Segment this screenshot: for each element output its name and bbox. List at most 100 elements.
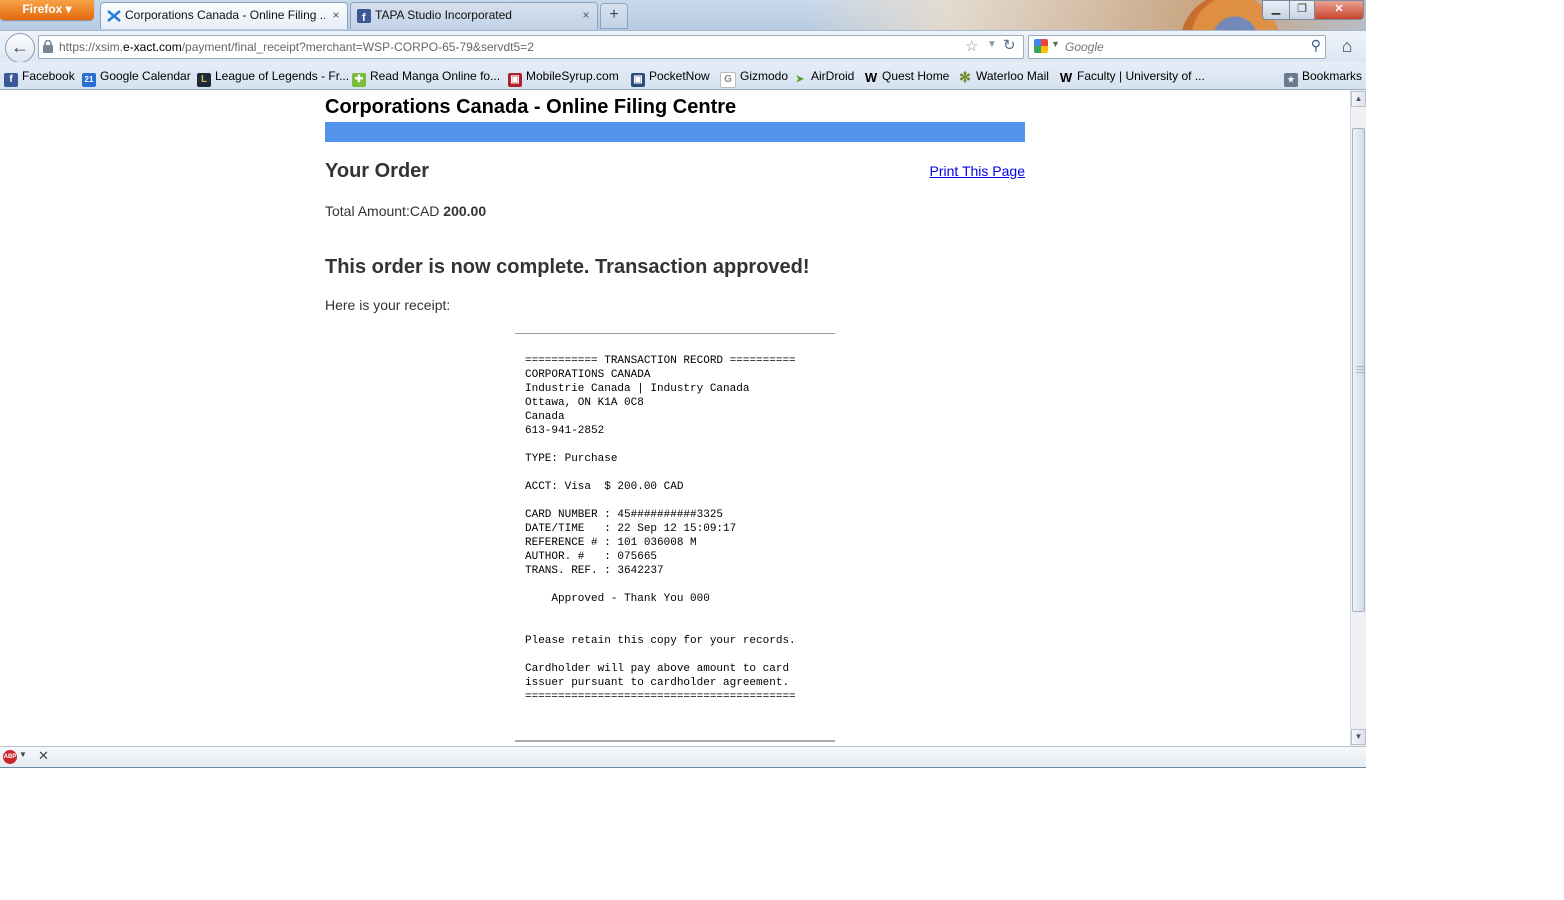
bookmark-faculty-uw[interactable]: W Faculty | University of ... bbox=[1059, 68, 1205, 85]
receipt-intro: Here is your receipt: bbox=[325, 297, 451, 313]
adblock-plus-icon[interactable]: ABP bbox=[3, 750, 17, 764]
bookmark-league-of-legends[interactable]: L League of Legends - Fr... bbox=[197, 68, 349, 87]
receipt-line: 613-941-2852 bbox=[525, 425, 605, 437]
search-placeholder[interactable]: Google bbox=[1065, 36, 1104, 58]
tab-label: TAPA Studio Incorporated bbox=[375, 8, 512, 22]
receipt-divider-top bbox=[515, 333, 835, 334]
receipt-line: ACCT: Visa $ 200.00 CAD bbox=[525, 481, 684, 493]
waterloo-w-icon: W bbox=[1059, 70, 1073, 85]
bookmark-mobilesyrup[interactable]: ▣ MobileSyrup.com bbox=[508, 68, 619, 87]
pocketnow-icon: ▣ bbox=[631, 73, 645, 87]
receipt-line: REFERENCE # : 101 036008 M bbox=[525, 537, 697, 549]
header-bar bbox=[325, 122, 1025, 142]
bookmark-star-icon[interactable]: ☆ bbox=[965, 37, 978, 55]
receipt-line: issuer pursuant to cardholder agreement. bbox=[525, 677, 790, 689]
facebook-favicon: f bbox=[357, 9, 371, 23]
bookmark-google-calendar[interactable]: 21 Google Calendar bbox=[82, 68, 191, 87]
receipt-line: Ottawa, ON K1A 0C8 bbox=[525, 397, 644, 409]
receipt-line bbox=[525, 438, 796, 452]
browser-window: Firefox ▾ Corporations Canada - Online F… bbox=[0, 0, 1366, 768]
order-heading: Your Order bbox=[325, 160, 430, 182]
league-icon: L bbox=[197, 73, 211, 87]
exact-favicon bbox=[107, 10, 121, 22]
lock-icon bbox=[43, 40, 53, 53]
print-page-link[interactable]: Print This Page bbox=[930, 163, 1025, 179]
bookmark-pocketnow[interactable]: ▣ PocketNow bbox=[631, 68, 710, 87]
receipt-line bbox=[525, 648, 796, 662]
bookmarks-menu[interactable]: ★ Bookmarks bbox=[1284, 68, 1362, 87]
bookmark-quest-home[interactable]: W Quest Home bbox=[864, 68, 950, 85]
calendar-icon: 21 bbox=[82, 73, 96, 87]
navigation-bar: ← https://xsim.e-xact.com/payment/final_… bbox=[0, 30, 1366, 63]
tab-tapa-studio[interactable]: f TAPA Studio Incorporated × bbox=[350, 2, 598, 29]
receipt-line: AUTHOR. # : 075665 bbox=[525, 551, 658, 563]
manga-icon: ✚ bbox=[352, 73, 366, 87]
receipt-line: TRANS. REF. : 3642237 bbox=[525, 565, 664, 577]
search-engine-dropdown-icon[interactable]: ▼ bbox=[1051, 39, 1060, 49]
bookmark-read-manga[interactable]: ✚ Read Manga Online fo... bbox=[352, 68, 500, 87]
order-complete-message: This order is now complete. Transaction … bbox=[325, 256, 810, 278]
receipt-line: Cardholder will pay above amount to card bbox=[525, 663, 790, 675]
bookmark-waterloo-mail[interactable]: ✻ Waterloo Mail bbox=[958, 68, 1049, 84]
search-bar[interactable]: ▼ Google ⚲ bbox=[1028, 35, 1326, 59]
back-button[interactable]: ← bbox=[5, 33, 35, 63]
reload-icon[interactable]: ↻ bbox=[1003, 36, 1016, 54]
bookmarks-menu-icon: ★ bbox=[1284, 73, 1298, 87]
tab-label: Corporations Canada - Online Filing ... bbox=[125, 8, 325, 22]
total-amount: Total Amount:CAD 200.00 bbox=[325, 203, 486, 219]
transaction-record: =========== TRANSACTION RECORD =========… bbox=[525, 354, 796, 704]
firefox-menu-button[interactable]: Firefox ▾ bbox=[0, 0, 94, 20]
google-icon[interactable] bbox=[1034, 39, 1048, 53]
history-dropdown-icon[interactable]: ▼ bbox=[987, 39, 997, 50]
receipt-line: TYPE: Purchase bbox=[525, 453, 618, 465]
receipt-line: CARD NUMBER : 45##########3325 bbox=[525, 509, 724, 521]
receipt-line: CORPORATIONS CANADA bbox=[525, 369, 651, 381]
vertical-scrollbar[interactable]: ▲ — — — ▼ bbox=[1350, 90, 1366, 746]
taskbar-edge bbox=[0, 767, 1366, 768]
bookmark-gizmodo[interactable]: G Gizmodo bbox=[720, 68, 788, 88]
tab-close-icon[interactable]: × bbox=[579, 3, 593, 27]
site-title: Corporations Canada - Online Filing Cent… bbox=[325, 96, 737, 118]
close-window-button[interactable]: ✕ bbox=[1314, 0, 1364, 20]
tab-close-icon[interactable]: × bbox=[329, 3, 343, 27]
receipt-line bbox=[525, 620, 796, 634]
search-icon[interactable]: ⚲ bbox=[1311, 37, 1321, 54]
receipt-divider-bottom bbox=[515, 740, 835, 742]
waterloo-w-icon: W bbox=[864, 70, 878, 85]
addon-bar: ABP ▼ ✕ bbox=[0, 746, 1366, 768]
tab-strip: Firefox ▾ Corporations Canada - Online F… bbox=[0, 0, 1366, 94]
url-bar[interactable]: https://xsim.e-xact.com/payment/final_re… bbox=[38, 35, 1024, 59]
receipt-line bbox=[525, 466, 796, 480]
receipt-line bbox=[525, 606, 796, 620]
gizmodo-icon: G bbox=[720, 72, 736, 88]
total-label: Total Amount:CAD bbox=[325, 203, 444, 219]
bookmarks-toolbar: f Facebook 21 Google Calendar L League of L… bbox=[0, 62, 1366, 90]
scroll-down-arrow-icon[interactable]: ▼ bbox=[1351, 729, 1366, 745]
back-arrow-icon: ← bbox=[11, 37, 29, 57]
gear-icon: ✻ bbox=[959, 69, 971, 85]
url-text: https://xsim.e-xact.com/payment/final_re… bbox=[59, 40, 534, 54]
facebook-icon: f bbox=[4, 73, 18, 87]
total-value: 200.00 bbox=[443, 203, 487, 219]
new-tab-button[interactable]: + bbox=[600, 3, 628, 29]
bookmark-facebook[interactable]: f Facebook bbox=[4, 68, 75, 87]
home-icon[interactable]: ⌂ bbox=[1336, 35, 1358, 57]
receipt-line: DATE/TIME : 22 Sep 12 15:09:17 bbox=[525, 523, 737, 535]
adblock-dropdown-icon[interactable]: ▼ bbox=[19, 750, 27, 759]
receipt-line: Industrie Canada | Industry Canada bbox=[525, 383, 750, 395]
scroll-up-arrow-icon[interactable]: ▲ bbox=[1351, 91, 1366, 107]
receipt-line: Approved - Thank You 000 bbox=[525, 593, 710, 605]
tab-corporations-canada[interactable]: Corporations Canada - Online Filing ... … bbox=[100, 2, 348, 29]
bookmark-airdroid[interactable]: ➤ AirDroid bbox=[793, 68, 855, 87]
receipt-line: Please retain this copy for your records… bbox=[525, 635, 796, 647]
scrollbar-grip-icon: — — — bbox=[1356, 362, 1364, 377]
receipt-line: =========== TRANSACTION RECORD =========… bbox=[525, 355, 796, 367]
airdroid-icon: ➤ bbox=[795, 74, 805, 85]
close-addon-bar-icon[interactable]: ✕ bbox=[38, 748, 49, 764]
scrollbar-thumb[interactable]: — — — bbox=[1352, 128, 1365, 612]
minimize-button[interactable]: ▁ bbox=[1262, 0, 1290, 20]
receipt-line: ========================================… bbox=[525, 691, 796, 703]
receipt-line: Canada bbox=[525, 411, 565, 423]
page-content: Corporations Canada - Online Filing Cent… bbox=[0, 90, 1350, 746]
maximize-button[interactable]: ❐ bbox=[1289, 0, 1315, 20]
